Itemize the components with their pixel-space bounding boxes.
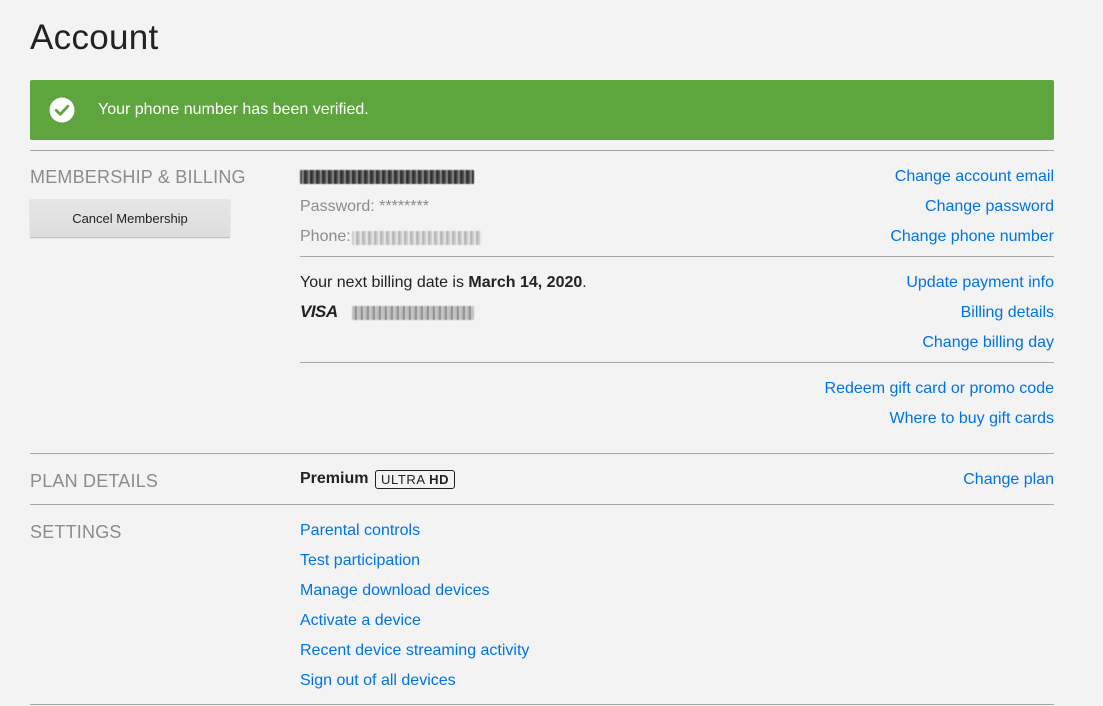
billing-prefix: Your next billing date is: [300, 274, 469, 291]
card-number-redacted: [352, 306, 474, 320]
badge-ultra: ULTRA: [381, 472, 425, 487]
banner-message: Your phone number has been verified.: [98, 101, 369, 118]
plan-name: Premium: [300, 470, 369, 487]
billing-date: March 14, 2020: [468, 274, 583, 291]
change-account-email-link[interactable]: Change account email: [895, 168, 1054, 186]
redeem-gift-card-link[interactable]: Redeem gift card or promo code: [825, 380, 1054, 398]
phone-label: Phone:: [300, 228, 351, 245]
billing-details-link[interactable]: Billing details: [961, 304, 1054, 322]
phone-number-redacted: [352, 231, 482, 245]
billing-suffix: .: [582, 274, 587, 291]
divider: [300, 256, 1054, 257]
sign-out-all-devices-link[interactable]: Sign out of all devices: [300, 672, 456, 690]
change-billing-day-link[interactable]: Change billing day: [922, 334, 1054, 352]
ultra-hd-badge: ULTRA HD: [375, 470, 456, 489]
account-email-redacted: [300, 170, 474, 184]
divider: [30, 704, 1054, 705]
divider: [300, 362, 1054, 363]
manage-download-devices-link[interactable]: Manage download devices: [300, 582, 489, 600]
verification-banner: Your phone number has been verified.: [30, 80, 1054, 140]
change-phone-number-link[interactable]: Change phone number: [890, 228, 1054, 246]
test-participation-link[interactable]: Test participation: [300, 552, 420, 570]
page-title: Account: [30, 18, 159, 57]
settings-label: SETTINGS: [30, 522, 122, 542]
update-payment-info-link[interactable]: Update payment info: [906, 274, 1054, 292]
parental-controls-link[interactable]: Parental controls: [300, 522, 420, 540]
change-plan-link[interactable]: Change plan: [963, 471, 1054, 489]
divider: [30, 453, 1054, 454]
divider: [30, 150, 1054, 151]
activate-device-link[interactable]: Activate a device: [300, 612, 421, 630]
divider: [30, 504, 1054, 505]
plan-details-label: PLAN DETAILS: [30, 471, 159, 491]
check-circle-icon: [49, 97, 75, 123]
badge-hd: HD: [429, 472, 450, 487]
visa-logo: VISA: [300, 302, 338, 321]
cancel-membership-button[interactable]: Cancel Membership: [30, 199, 230, 237]
recent-streaming-activity-link[interactable]: Recent device streaming activity: [300, 642, 529, 660]
where-to-buy-gift-cards-link[interactable]: Where to buy gift cards: [889, 410, 1054, 428]
next-billing-date: Your next billing date is March 14, 2020…: [300, 274, 587, 292]
password-label: Password: ********: [300, 198, 429, 215]
change-password-link[interactable]: Change password: [925, 198, 1054, 216]
membership-billing-label: MEMBERSHIP & BILLING: [30, 167, 246, 187]
